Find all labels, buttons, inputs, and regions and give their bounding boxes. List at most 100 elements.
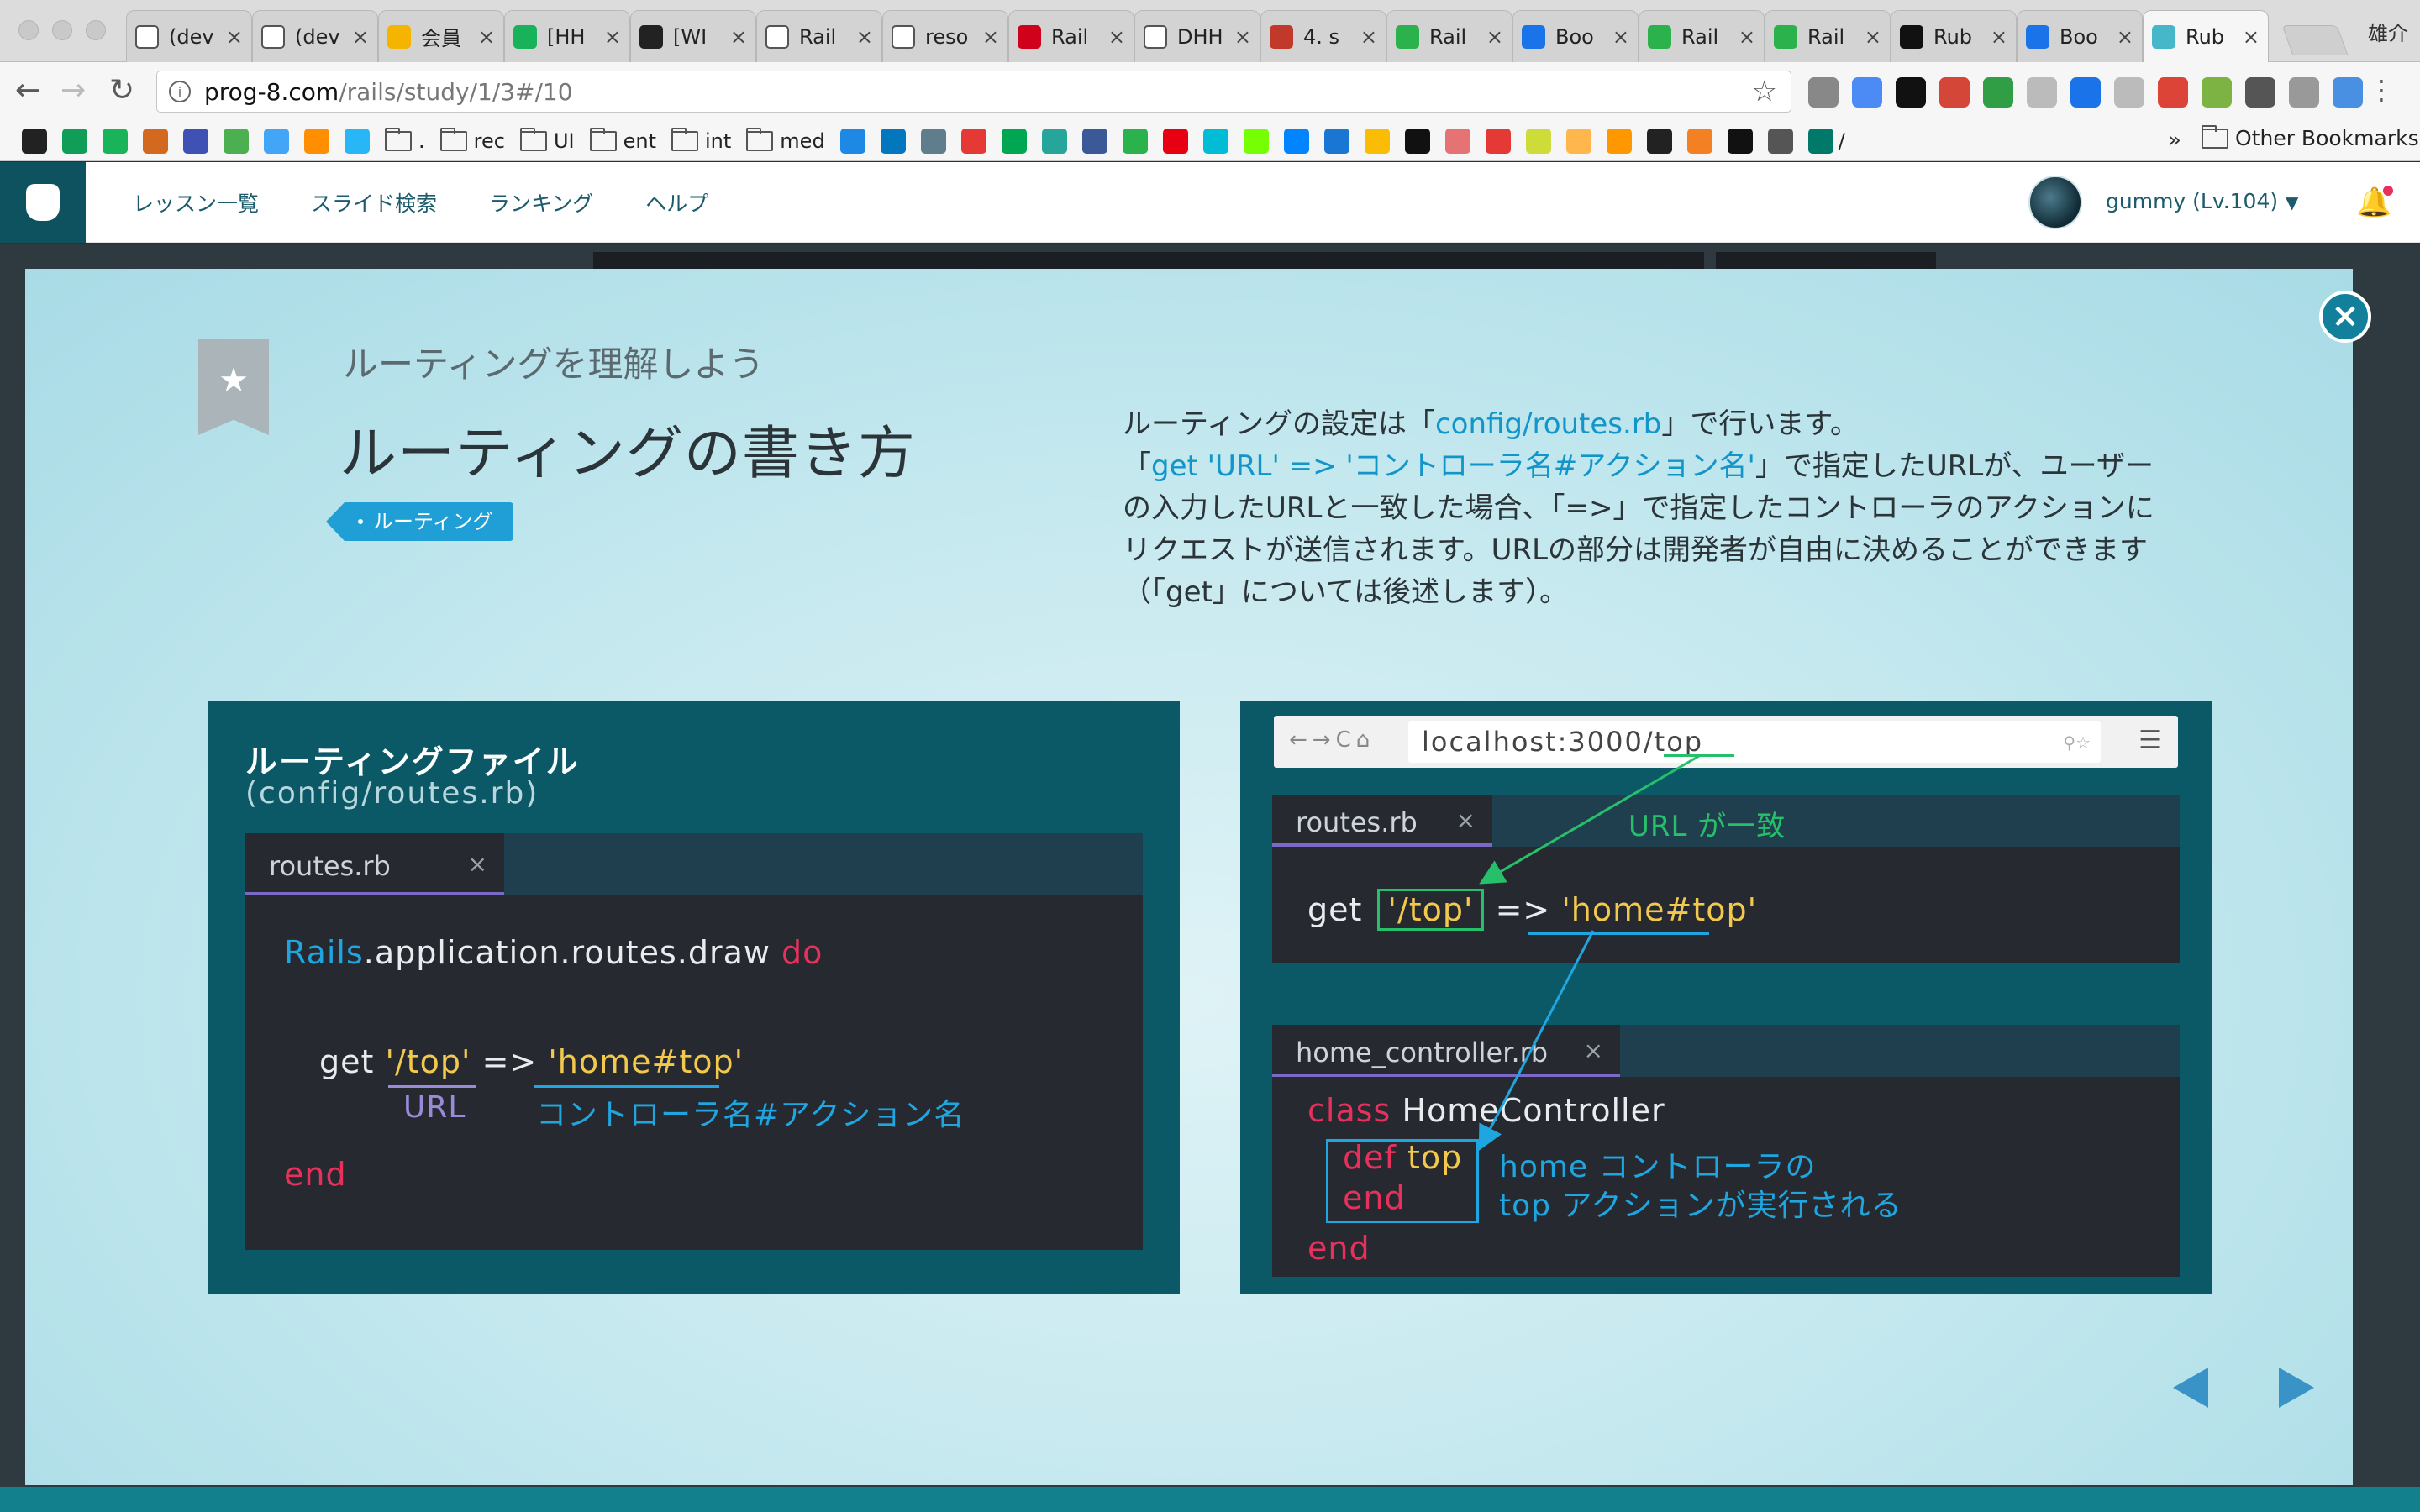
bookmarks-overflow-button[interactable]: » (2168, 128, 2181, 153)
close-icon[interactable]: × (2243, 25, 2260, 49)
bookmark-item[interactable] (183, 128, 208, 154)
topic-tag[interactable]: ルーティング (326, 502, 513, 541)
bookmark-item[interactable] (345, 128, 370, 154)
close-icon[interactable]: × (1612, 25, 1629, 49)
close-icon[interactable]: × (1456, 806, 1476, 834)
bookmark-item[interactable] (1162, 128, 1188, 154)
browser-tab[interactable]: Rub × (2143, 10, 2269, 62)
bookmark-item[interactable] (304, 128, 329, 154)
extension-icon[interactable] (2158, 77, 2188, 108)
address-bar[interactable]: i prog-8.com/rails/study/1/3#/10 ☆ (156, 71, 1791, 113)
bookmark-item[interactable] (1323, 128, 1349, 154)
site-logo[interactable] (0, 162, 86, 243)
bookmark-folder[interactable]: UI (519, 127, 575, 153)
bookmark-item[interactable] (143, 128, 168, 154)
bookmark-item[interactable] (1283, 128, 1309, 154)
bookmark-folder[interactable]: . (385, 127, 425, 153)
extension-icon[interactable] (2027, 77, 2057, 108)
browser-tab[interactable]: 4. s × (1260, 10, 1386, 62)
bookmark-item[interactable] (22, 128, 47, 154)
extension-icon[interactable] (2070, 77, 2101, 108)
browser-tab[interactable]: [HH × (504, 10, 630, 62)
close-icon[interactable]: × (856, 25, 873, 49)
bookmark-item[interactable]: / (1807, 128, 1845, 154)
editor-tab[interactable]: routes.rb × (245, 833, 504, 895)
bookmark-item[interactable] (1686, 128, 1712, 154)
editor-tab[interactable]: home_controller.rb × (1272, 1025, 1620, 1077)
bookmark-folder[interactable]: rec (439, 127, 505, 153)
extension-icon[interactable] (1983, 77, 2013, 108)
close-icon[interactable]: × (468, 850, 487, 878)
window-minimize-button[interactable] (52, 20, 72, 40)
new-tab-button[interactable] (2281, 25, 2349, 55)
bookmark-item[interactable] (1001, 128, 1027, 154)
user-name[interactable]: gummy (Lv.104) (2106, 189, 2278, 213)
browser-tab[interactable]: Rail × (1386, 10, 1512, 62)
nav-lessons[interactable]: レッスン一覧 (133, 187, 259, 218)
bookmark-item[interactable] (62, 128, 87, 154)
browser-menu-icon[interactable]: ⋮ (2368, 74, 2395, 106)
forward-arrow-icon[interactable]: → (60, 74, 86, 108)
close-icon[interactable]: × (352, 25, 369, 49)
close-icon[interactable]: × (478, 25, 495, 49)
next-slide-button[interactable] (2279, 1368, 2314, 1408)
extension-icon[interactable] (1896, 77, 1926, 108)
close-icon[interactable]: × (1360, 25, 1377, 49)
bookmark-item[interactable] (1646, 128, 1672, 154)
close-icon[interactable]: × (1865, 25, 1881, 49)
prev-slide-button[interactable] (2173, 1368, 2208, 1408)
bookmark-item[interactable] (1122, 128, 1148, 154)
browser-tab[interactable]: Rail × (1008, 10, 1134, 62)
other-bookmarks-folder[interactable]: Other Bookmarks (2202, 124, 2419, 150)
nav-slide-search[interactable]: スライド検索 (311, 187, 437, 218)
bookmark-item[interactable] (920, 128, 946, 154)
bookmark-item[interactable] (839, 128, 865, 154)
close-icon[interactable]: × (226, 25, 243, 49)
browser-tab[interactable]: DHH × (1134, 10, 1260, 62)
avatar[interactable] (2028, 176, 2082, 229)
profile-name[interactable]: 雄介 (2368, 17, 2408, 46)
bookmark-item[interactable] (880, 128, 906, 154)
close-icon[interactable]: × (604, 25, 621, 49)
bookmark-item[interactable] (1404, 128, 1430, 154)
window-close-button[interactable] (18, 20, 39, 40)
bookmark-item[interactable] (1565, 128, 1591, 154)
window-zoom-button[interactable] (86, 20, 106, 40)
bookmark-item[interactable] (1525, 128, 1551, 154)
bookmark-item[interactable] (1485, 128, 1511, 154)
bookmark-folder[interactable]: ent (589, 127, 656, 153)
close-icon[interactable]: × (982, 25, 999, 49)
extension-icon[interactable] (2245, 77, 2275, 108)
back-arrow-icon[interactable]: ← (15, 74, 40, 108)
close-icon[interactable]: × (1486, 25, 1503, 49)
bookmark-item[interactable] (1727, 128, 1753, 154)
close-icon[interactable]: × (1234, 25, 1251, 49)
bookmark-star-icon[interactable]: ☆ (1752, 75, 1777, 108)
close-icon[interactable]: × (730, 25, 747, 49)
bookmark-item[interactable] (1767, 128, 1793, 154)
browser-tab[interactable]: Boo × (2017, 10, 2143, 62)
extension-icon[interactable] (2114, 77, 2144, 108)
close-icon[interactable]: × (1108, 25, 1125, 49)
extension-icon[interactable] (1808, 77, 1839, 108)
nav-help[interactable]: ヘルプ (645, 187, 708, 218)
editor-tab[interactable]: routes.rb × (1272, 795, 1492, 847)
browser-tab[interactable]: [WI × (630, 10, 756, 62)
bookmark-item[interactable] (1081, 128, 1107, 154)
bookmark-item[interactable] (1041, 128, 1067, 154)
extension-icon[interactable] (2202, 77, 2232, 108)
extension-icon[interactable] (1939, 77, 1970, 108)
browser-tab[interactable]: reso × (882, 10, 1008, 62)
bookmark-item[interactable] (103, 128, 128, 154)
bookmark-item[interactable] (1606, 128, 1632, 154)
bookmark-item[interactable] (1243, 128, 1269, 154)
info-icon[interactable]: i (169, 81, 191, 102)
browser-tab[interactable]: Rail × (1639, 10, 1765, 62)
bookmark-item[interactable] (1202, 128, 1228, 154)
close-icon[interactable]: × (2117, 25, 2133, 49)
extension-icon[interactable] (2289, 77, 2319, 108)
bookmark-item[interactable] (960, 128, 986, 154)
bookmark-item[interactable] (264, 128, 289, 154)
browser-tab[interactable]: Rub × (1891, 10, 2017, 62)
bookmark-item[interactable] (224, 128, 249, 154)
